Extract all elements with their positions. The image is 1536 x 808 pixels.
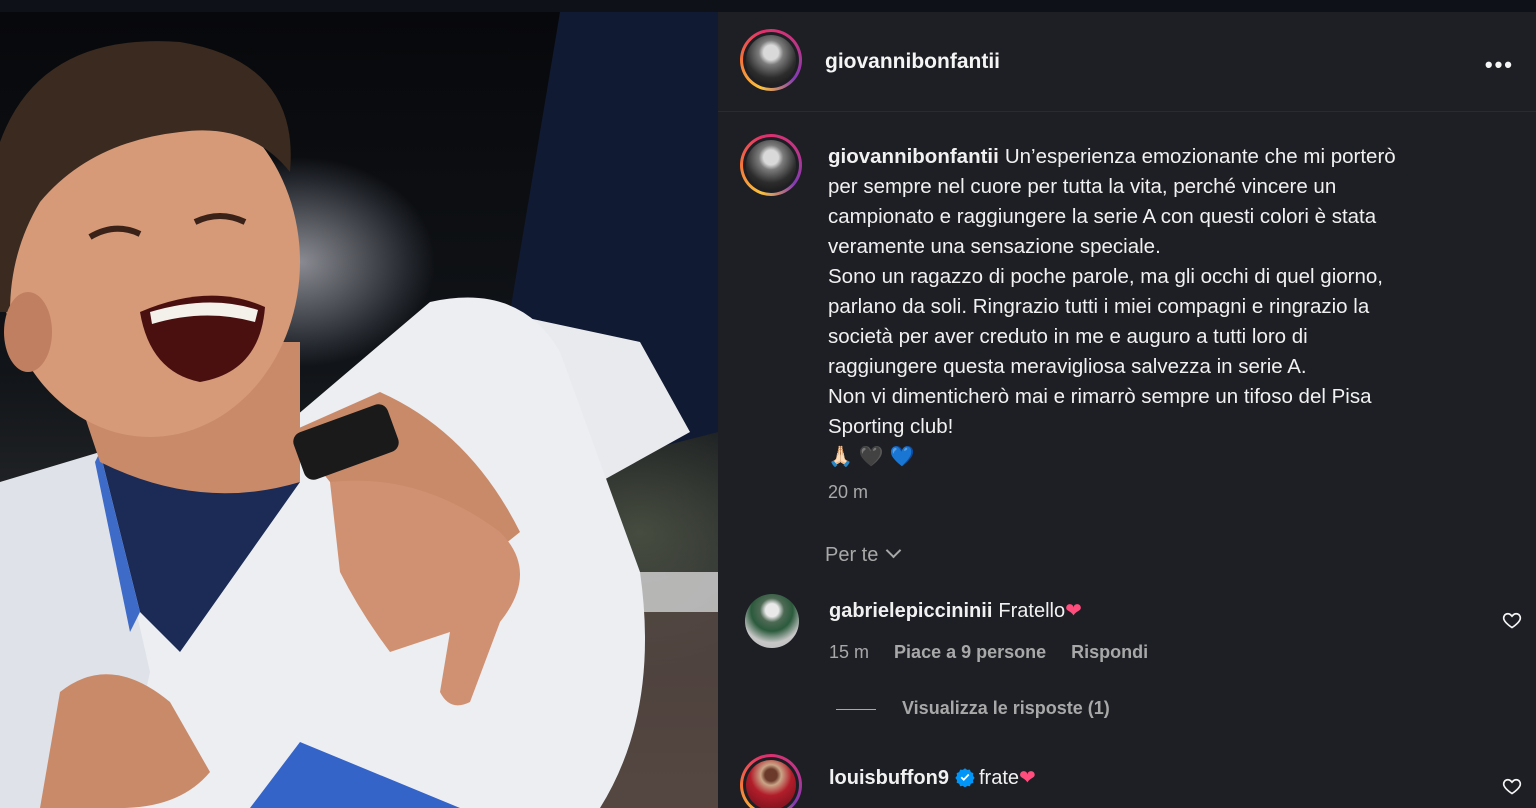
heart-icon[interactable]: [1502, 776, 1522, 796]
caption-emojis: 🙏🏻🖤💙: [828, 446, 921, 468]
comment-body: frate: [978, 767, 1020, 789]
comment-filter-label: Per te: [825, 544, 879, 566]
heart-emoji: ❤: [1019, 767, 1036, 789]
caption-line: società per aver creduto in me e auguro …: [828, 325, 1308, 348]
comment-text: gabrielepiccininii Fratello❤: [829, 598, 1082, 623]
comment-username[interactable]: louisbuffon9: [829, 767, 949, 789]
post-photo[interactable]: [0, 12, 718, 808]
caption-line: per sempre nel cuore per tutta la vita, …: [828, 175, 1337, 198]
post-timestamp[interactable]: 20 m: [828, 482, 868, 503]
post-header: giovannibonfantii •••: [718, 12, 1536, 112]
post-caption: giovannibonfantii Un’esperienza emozionan…: [828, 142, 1468, 472]
caption-line: raggiungere questa meravigliosa salvezza…: [828, 355, 1307, 378]
heart-icon[interactable]: [1502, 610, 1522, 630]
more-icon[interactable]: •••: [1485, 52, 1514, 78]
caption-line: veramente una sensazione speciale.: [828, 235, 1161, 258]
caption-line: Sono un ragazzo di poche parole, ma gli …: [828, 265, 1383, 288]
caption-line: Sporting club!: [828, 415, 954, 438]
caption-line: Un’esperienza emozionante che mi porterò: [1004, 145, 1396, 168]
view-replies-label: Visualizza le risposte (1): [902, 698, 1110, 718]
reply-button[interactable]: Rispondi: [1071, 642, 1148, 662]
caption-line: parlano da soli. Ringrazio tutti i miei …: [828, 295, 1370, 318]
top-bar: [0, 0, 1536, 12]
comment-filter-dropdown[interactable]: Per te: [825, 542, 902, 567]
caption-author-avatar[interactable]: [740, 134, 802, 196]
author-username[interactable]: giovannibonfantii: [825, 50, 1000, 74]
commenter-avatar[interactable]: [740, 754, 802, 808]
photo-illustration: [0, 12, 718, 808]
comment-text: louisbuffon9 frate❤: [829, 765, 1036, 790]
comment-meta: 15 m Piace a 9 persone Rispondi: [829, 642, 1168, 663]
caption-line: campionato e raggiungere la serie A con …: [828, 205, 1377, 228]
chevron-down-icon: [886, 542, 902, 559]
comment-likes-count[interactable]: Piace a 9 persone: [894, 642, 1046, 662]
verified-badge-icon: [955, 768, 975, 787]
heart-emoji: ❤: [1065, 600, 1082, 622]
comment-time[interactable]: 15 m: [829, 642, 869, 662]
comment-body: Fratello: [998, 600, 1066, 622]
view-replies-button[interactable]: Visualizza le risposte (1): [836, 698, 1110, 719]
caption-line: Non vi dimenticherò mai e rimarrò sempre…: [828, 385, 1372, 408]
post-details-panel: giovannibonfantii ••• giovannibonfantii U…: [718, 12, 1536, 808]
replies-divider: [836, 708, 876, 710]
author-avatar[interactable]: [740, 29, 802, 91]
commenter-avatar[interactable]: [745, 594, 799, 648]
comment-username[interactable]: gabrielepiccininii: [829, 600, 992, 622]
caption-username[interactable]: giovannibonfantii: [828, 145, 999, 168]
